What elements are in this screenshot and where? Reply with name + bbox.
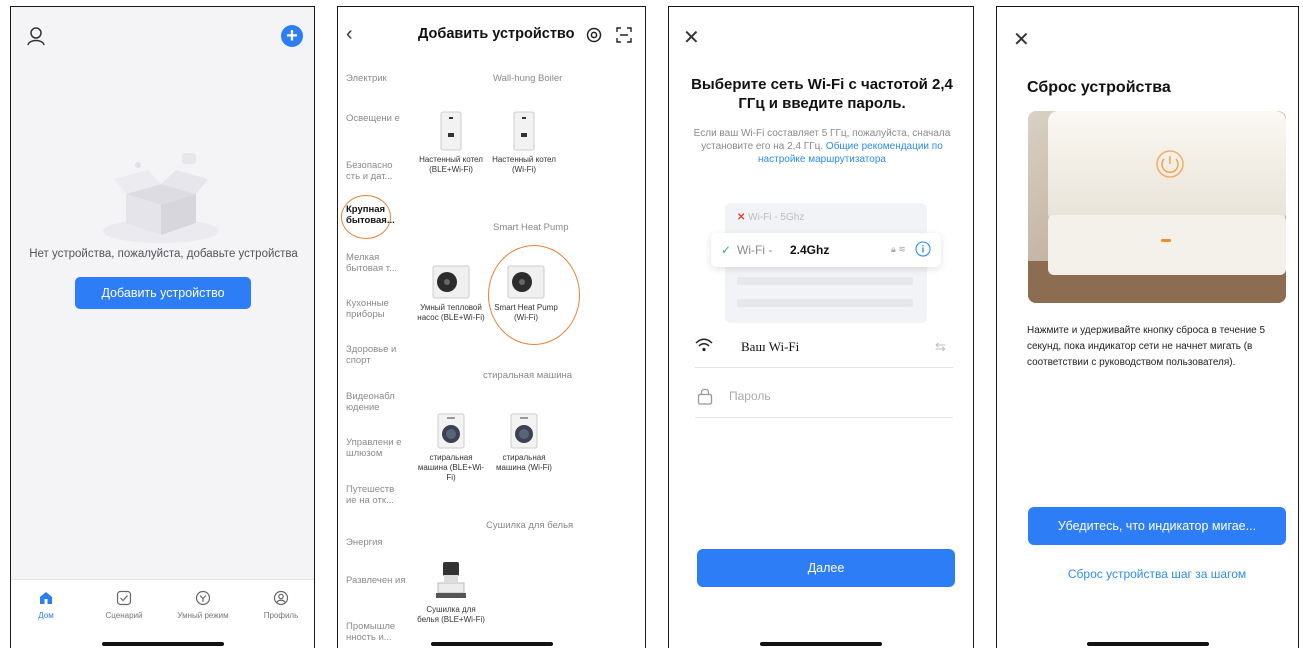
wifi-5ghz-label: Wi-Fi - 5Ghz <box>748 212 805 223</box>
home-indicator <box>101 642 224 646</box>
home-indicator <box>430 642 553 646</box>
scan-device-icon[interactable] <box>586 27 602 43</box>
tab-smart-mode-label: Умный режим <box>177 611 229 620</box>
user-icon[interactable] <box>25 25 47 47</box>
dryer-image <box>436 562 466 598</box>
page-title: Выберите сеть Wi-Fi с частотой 2,4 ГГц и… <box>691 76 953 112</box>
checkbox-icon <box>116 590 132 606</box>
category-item[interactable]: Промышле нность и... <box>346 621 406 643</box>
category-item[interactable]: Развлечен ия <box>346 575 406 586</box>
home-icon <box>40 592 52 604</box>
section-title: Smart Heat Pump <box>493 222 569 233</box>
ssid-value: Ваш Wi-Fi <box>741 339 800 354</box>
device-item[interactable]: Умный тепловой насос (BLE+Wi-Fi) <box>416 265 486 323</box>
category-item[interactable]: Путешеств ие на отк... <box>346 484 406 506</box>
category-item[interactable]: Мелкая бытовая т... <box>346 252 406 274</box>
boiler-image <box>513 111 535 151</box>
device-label: стиральная машина (BLE+Wi-Fi) <box>417 453 485 482</box>
page-title: Сброс устройства <box>1027 79 1171 96</box>
category-item[interactable]: Кухонные приборы <box>346 298 406 320</box>
home-indicator <box>1086 642 1209 646</box>
wifi-24ghz-row: ✓ Wi-Fi - 2.4Ghz 🔒︎ ≋ <box>711 233 941 267</box>
add-device-button[interactable]: Добавить устройство <box>75 277 251 309</box>
device-label: Умный тепловой насос (BLE+Wi-Fi) <box>417 303 485 322</box>
step-by-step-link[interactable]: Сброс устройства шаг за шагом <box>1028 567 1286 581</box>
info-icon <box>915 241 931 257</box>
home-indicator <box>760 642 882 646</box>
tab-profile-label: Профиль <box>263 611 299 620</box>
device-item[interactable]: Настенный котел (Wi-Fi) <box>489 111 559 175</box>
wifi-24ghz-prefix: Wi-Fi - <box>737 243 773 257</box>
next-button[interactable]: Далее <box>697 549 955 587</box>
placeholder-bar <box>737 299 913 307</box>
washing-machine-image <box>510 413 538 449</box>
device-label: стиральная машина (Wi-Fi) <box>496 453 552 472</box>
home-screen: + Нет устройства, пожалуйста, добавьте у… <box>10 6 315 648</box>
washing-machine-image <box>437 413 465 449</box>
tab-smart-mode[interactable]: Умный режим <box>168 590 238 620</box>
tab-scenario-label: Сценарий <box>105 611 143 620</box>
wifi-24ghz-label: 2.4Ghz <box>790 243 830 257</box>
smart-mode-icon <box>195 590 211 606</box>
section-title: Сушилка для белья <box>486 520 574 531</box>
device-item[interactable]: Настенный котел (BLE+Wi-Fi) <box>416 111 486 175</box>
lock-icon <box>697 388 713 405</box>
device-label: Настенный котел (Wi-Fi) <box>492 155 556 174</box>
category-item[interactable]: Безопасно сть и дат... <box>346 160 406 182</box>
boiler-image <box>440 111 462 151</box>
check-icon: ✓ <box>721 243 732 257</box>
device-label: Настенный котел (BLE+Wi-Fi) <box>419 155 483 174</box>
add-icon-button[interactable]: + <box>281 25 303 47</box>
close-icon[interactable]: ✕ <box>683 25 700 50</box>
wifi-setup-screen: ✕ Выберите сеть Wi-Fi с частотой 2,4 ГГц… <box>668 6 974 648</box>
empty-box-illustration <box>103 153 219 243</box>
cross-icon: ✕ <box>737 212 746 223</box>
empty-state-text: Нет устройства, пожалуйста, добавьте уст… <box>29 248 298 260</box>
confirm-blinking-button[interactable]: Убедитесь, что индикатор мигае... <box>1028 507 1286 545</box>
device-reset-photo <box>1028 111 1286 303</box>
category-item[interactable]: Освещени е <box>346 113 406 124</box>
tab-home[interactable]: Дом <box>11 590 81 620</box>
heat-pump-image <box>432 265 470 299</box>
device-item[interactable]: стиральная машина (Wi-Fi) <box>489 413 559 473</box>
password-placeholder: Пароль <box>729 389 771 403</box>
highlight-circle <box>488 245 580 345</box>
qr-scan-icon[interactable] <box>616 27 632 43</box>
device-reset-screen: ✕ Сброс устройства Нажмите и удерживайте… <box>996 6 1299 648</box>
password-field[interactable]: Пароль <box>695 379 953 418</box>
router-device-image <box>1028 111 1286 303</box>
switch-network-icon[interactable]: ⇆ <box>935 339 946 355</box>
back-icon[interactable]: ‹ <box>346 23 353 46</box>
description: Если ваш Wi-Fi составляет 5 ГГц, пожалуй… <box>689 127 955 166</box>
tab-profile[interactable]: Профиль <box>246 590 314 620</box>
tab-home-label: Дом <box>38 611 54 620</box>
bottom-tab-bar: Дом Сценарий Умный режим Профиль <box>11 579 314 648</box>
page-title: Добавить устройство <box>418 26 575 42</box>
section-title: Wall-hung Boiler <box>493 73 563 84</box>
placeholder-bar <box>737 277 913 285</box>
tab-scenario[interactable]: Сценарий <box>89 590 159 620</box>
wifi-5ghz-row: ✕ Wi-Fi - 5Ghz <box>737 212 804 223</box>
category-item[interactable]: Управлени е шлюзом <box>346 437 406 459</box>
category-item[interactable]: Энергия <box>346 537 406 548</box>
wifi-icon <box>695 338 713 352</box>
highlight-circle <box>341 195 391 239</box>
device-item[interactable]: стиральная машина (BLE+Wi-Fi) <box>416 413 486 483</box>
category-item[interactable]: Электрик <box>346 73 406 84</box>
lock-wifi-icons: 🔒︎ ≋ <box>891 244 906 254</box>
category-item[interactable]: Здоровье и спорт <box>346 344 406 366</box>
device-label: Сушилка для белья (BLE+Wi-Fi) <box>417 605 485 624</box>
section-title: стиральная машина <box>483 370 573 381</box>
device-item[interactable]: Сушилка для белья (BLE+Wi-Fi) <box>416 561 486 625</box>
category-item[interactable]: Видеонабл юдение <box>346 391 406 413</box>
close-icon[interactable]: ✕ <box>1013 27 1030 52</box>
ssid-field[interactable]: Ваш Wi-Fi ⇆ <box>695 329 953 368</box>
add-device-screen: ‹ Добавить устройство Электрик Освещени … <box>337 6 646 648</box>
profile-icon <box>273 590 289 606</box>
reset-instructions: Нажмите и удерживайте кнопку сброса в те… <box>1027 325 1266 368</box>
